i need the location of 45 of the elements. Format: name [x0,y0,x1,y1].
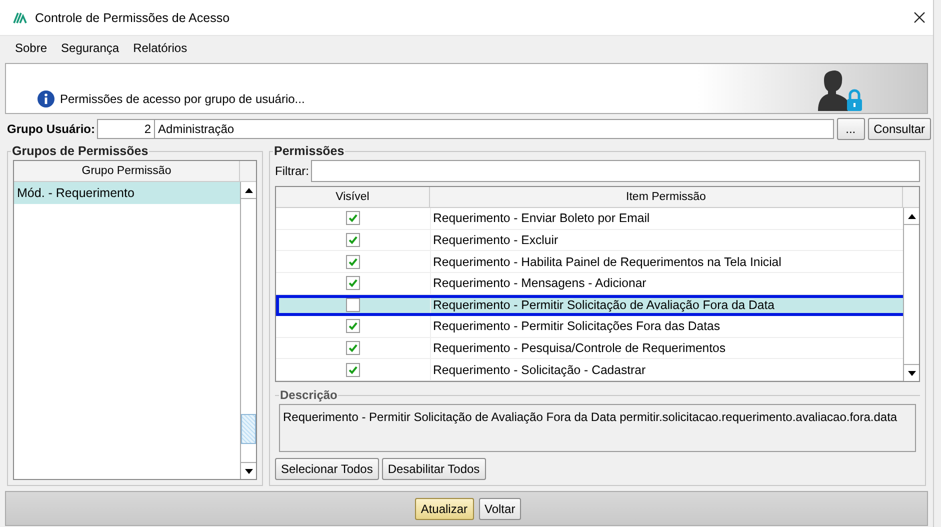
checkbox[interactable] [346,233,360,248]
panel-title: Grupos de Permissões [11,144,150,158]
footer-button[interactable]: Voltar [478,498,522,520]
app-logo-icon [13,12,27,24]
filter-label: Filtrar: [275,164,309,178]
checkbox[interactable] [346,276,360,290]
description-title: Descrição [279,388,338,402]
permission-row[interactable]: Requerimento - Excluir [276,230,903,252]
menu-item[interactable]: Relatórios [132,40,188,56]
permission-row[interactable]: Requerimento - Enviar Boleto por Email [276,208,903,230]
checkbox[interactable] [346,298,360,312]
window-title: Controle de Permissões de Acesso [35,10,231,24]
column-header[interactable]: Grupo Permissão [14,161,240,182]
group-code-field[interactable]: 2 [97,119,156,139]
checkbox[interactable] [346,254,360,269]
group-name-field[interactable]: Administração [155,119,834,139]
permission-row[interactable]: Requerimento - Pesquisa/Controle de Requerimentos [276,338,903,360]
banner-text: Permissões de acesso por grupo de usuário... [60,92,305,106]
permission-row[interactable]: Requerimento - Permitir Solicitações Fora das Datas [276,316,903,338]
user-group-label: Grupo Usuário: [7,122,96,136]
info-icon [37,90,55,108]
column-header[interactable]: Item Permissão [430,187,903,208]
column-header[interactable]: Visível [276,187,430,208]
permission-row[interactable]: Requerimento - Solicitação - Cadastrar [276,359,903,381]
query-button[interactable]: Consultar [868,118,931,140]
permission-row[interactable]: Requerimento - Habilita Painel de Requerimentos na Tela Inicial [276,251,903,273]
action-button[interactable]: Selecionar Todos [275,458,379,480]
scrollbar[interactable] [240,182,256,479]
filter-field[interactable] [311,160,920,182]
menu-item[interactable]: Segurança [60,40,120,56]
group-row[interactable]: Mód. - Requerimento [14,182,240,204]
panel-title: Permissões [273,144,346,158]
checkbox[interactable] [346,362,360,377]
checkbox[interactable] [346,211,360,226]
description-field: Requerimento - Permitir Solicitação de Avaliação Fora da Data permitir.solicitacao.requerimento.avaliacao.fora.data [279,404,916,452]
menu-item[interactable]: Sobre [14,40,48,56]
action-button[interactable]: Desabilitar Todos [382,458,486,480]
checkbox[interactable] [346,340,360,355]
close-icon[interactable] [914,12,925,23]
user-lock-icon [817,69,865,111]
checkbox[interactable] [346,319,360,334]
scrollbar[interactable] [903,208,919,381]
footer-button[interactable]: Atualizar [414,498,474,520]
scrollbar-thumb[interactable] [241,414,256,444]
browse-button[interactable]: ... [836,118,865,140]
